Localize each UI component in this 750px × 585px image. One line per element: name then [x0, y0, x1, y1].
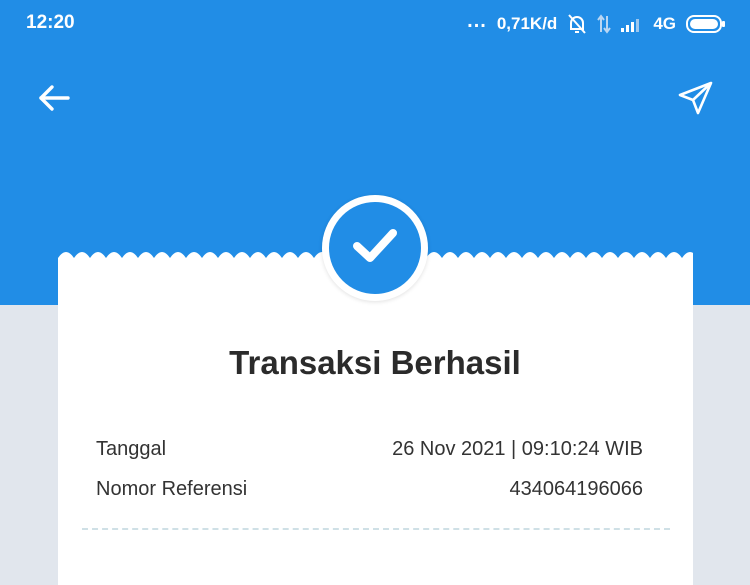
detail-value: 434064196066	[509, 478, 643, 500]
app-bar	[0, 64, 750, 136]
signal-icon	[621, 16, 643, 32]
battery-icon	[686, 14, 726, 34]
network-type: 4G	[653, 14, 676, 33]
share-button[interactable]	[672, 78, 720, 122]
back-arrow-icon	[37, 83, 71, 118]
send-icon	[677, 79, 715, 122]
status-time: 12:20	[26, 12, 75, 33]
mute-bell-icon	[567, 13, 587, 35]
status-dots: ...	[467, 10, 487, 32]
detail-row-reference: Nomor Referensi 434064196066	[96, 478, 643, 501]
detail-row-date: Tanggal 26 Nov 2021 | 09:10:24 WIB	[96, 438, 643, 461]
network-speed: 0,71K/d	[496, 14, 558, 33]
checkmark-icon	[351, 226, 399, 271]
detail-value: 26 Nov 2021 | 09:10:24 WIB	[392, 438, 643, 460]
receipt-card	[58, 258, 693, 585]
data-arrows-icon	[597, 14, 612, 34]
status-icons: ... 0,71K/d 4G	[467, 10, 726, 38]
detail-label: Tanggal	[96, 438, 167, 460]
detail-label: Nomor Referensi	[96, 478, 248, 500]
status-bar: 12:20 ... 0,71K/d 4G	[0, 0, 750, 48]
success-badge	[322, 195, 428, 301]
transaction-status-title: Transaksi Berhasil	[229, 344, 521, 381]
back-button[interactable]	[30, 78, 78, 122]
dashed-divider	[82, 528, 670, 530]
